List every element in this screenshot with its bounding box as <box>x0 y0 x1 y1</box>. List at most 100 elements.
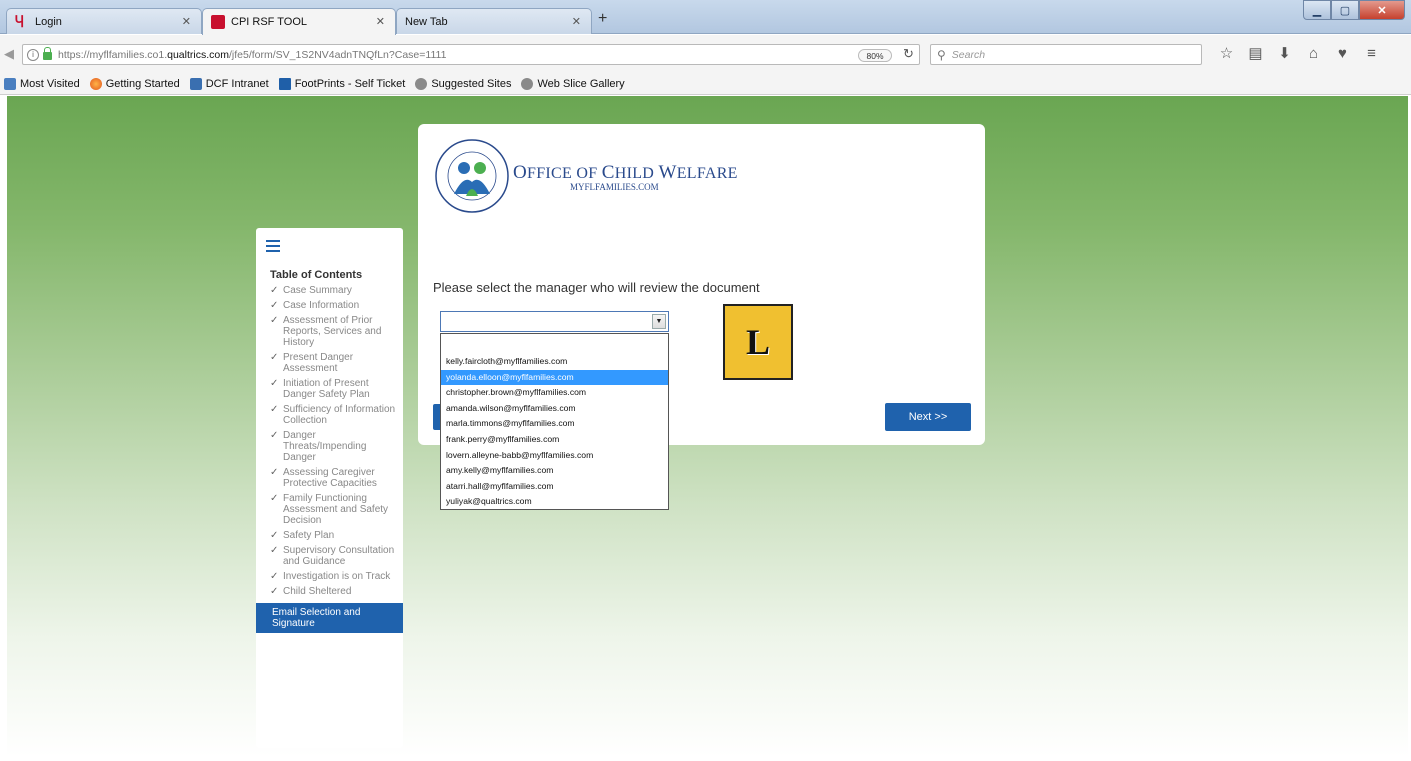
firefox-icon <box>89 77 102 90</box>
toc-item-label: Supervisory Consultation and Guidance <box>283 545 395 567</box>
org-title: OFFICE OF CHILD WELFARE <box>513 162 738 184</box>
window-controls: ▁ ▢ ✕ <box>1303 0 1405 20</box>
minimize-icon[interactable]: ▁ <box>1303 0 1331 20</box>
reading-list-icon[interactable]: ▤ <box>1241 45 1270 63</box>
next-button[interactable]: Next >> <box>885 403 971 431</box>
maximize-icon[interactable]: ▢ <box>1331 0 1359 20</box>
url-path: /jfe5/form/SV_1S2NV4adnTNQfLn?Case=1111 <box>228 48 447 61</box>
toc-item-label: Investigation is on Track <box>283 571 391 582</box>
info-icon[interactable]: i <box>27 48 39 61</box>
bookmark-getting-started[interactable]: Getting Started <box>89 77 180 90</box>
toc-item[interactable]: ✓ Safety Plan <box>256 530 403 541</box>
toc-item[interactable]: ✓ Case Information <box>256 300 403 311</box>
manager-select[interactable]: ▼ <box>440 311 669 332</box>
dropdown-option[interactable]: lovern.alleyne-babb@myflfamilies.com <box>441 448 668 464</box>
dropdown-option[interactable]: kelly.faircloth@myflfamilies.com <box>441 354 668 370</box>
url-prefix: https://myflfamilies.co1. <box>58 48 168 61</box>
dropdown-blank-option[interactable] <box>441 334 668 354</box>
dropdown-option[interactable]: yuliyak@qualtrics.com <box>441 494 668 510</box>
toc-list: ✓ Case Summary ✓ Case Information ✓ Assessm… <box>256 285 403 633</box>
reload-icon[interactable]: ↻ <box>903 46 914 62</box>
bookmark-label: Most Visited <box>20 77 80 90</box>
bookmark-most-visited[interactable]: Most Visited <box>4 77 80 90</box>
dropdown-option-highlighted[interactable]: yolanda.elloon@myflfamilies.com <box>441 369 668 386</box>
address-bar[interactable]: i https://myflfamilies.co1. qualtrics.com… <box>22 44 920 65</box>
toc-item-label: Present Danger Assessment <box>283 352 354 374</box>
close-tab-icon[interactable]: ✕ <box>376 15 385 28</box>
bookmark-dcf-intranet[interactable]: DCF Intranet <box>189 77 269 90</box>
toc-item-active[interactable]: ✓Email Selection and Signature <box>256 603 403 633</box>
tab-login[interactable]: Ⴗ Login ✕ <box>6 8 202 34</box>
rss-icon <box>4 77 16 90</box>
org-title-part: FFICE OF <box>527 165 602 182</box>
bookmark-star-icon[interactable]: ☆ <box>1212 45 1241 63</box>
checkmark-icon: ✓ <box>270 378 279 389</box>
dropdown-option[interactable]: amanda.wilson@myflfamilies.com <box>441 401 668 417</box>
globe-icon <box>521 77 534 90</box>
bookmark-label: Suggested Sites <box>431 77 512 90</box>
dropdown-option[interactable]: frank.perry@myflfamilies.com <box>441 432 668 448</box>
menu-icon[interactable]: ≡ <box>1357 45 1386 63</box>
dropdown-option[interactable]: marla.timmons@myflfamilies.com <box>441 416 668 432</box>
bookmark-web-slice-gallery[interactable]: Web Slice Gallery <box>521 77 625 90</box>
new-tab-plus-icon[interactable]: + <box>598 10 607 28</box>
table-of-contents: Table of Contents ✓ Case Summary ✓ Case In… <box>256 228 403 748</box>
close-tab-icon[interactable]: ✕ <box>182 15 191 28</box>
toc-item-label: Assessing Caregiver Protective Capacitie… <box>283 467 377 489</box>
toc-item-label: Sufficiency of Information Collection <box>283 404 396 426</box>
manager-dropdown-list: kelly.faircloth@myflfamilies.com yolanda… <box>440 333 669 510</box>
pocket-icon[interactable]: ♥ <box>1328 45 1357 63</box>
chevron-down-icon[interactable]: ▼ <box>652 314 666 329</box>
toc-item[interactable]: ✓ Family Functioning Assessment and Safet… <box>256 493 403 526</box>
search-icon: ⚲ <box>937 47 946 62</box>
checkmark-icon: ✓ <box>270 545 279 556</box>
footprints-icon <box>278 77 291 90</box>
toc-item[interactable]: ✓ Supervisory Consultation and Guidance <box>256 545 403 567</box>
dropdown-option[interactable]: atarri.hall@myflfamilies.com <box>441 479 668 495</box>
search-placeholder: Search <box>951 48 986 61</box>
bookmark-suggested-sites[interactable]: Suggested Sites <box>415 77 512 90</box>
bookmarks-bar: Most Visited Getting Started DCF Intrane… <box>0 73 1411 95</box>
toc-item[interactable]: ✓ Danger Threats/Impending Danger <box>256 430 403 463</box>
org-subtitle: MYFLFAMILIES.COM <box>570 182 659 192</box>
bookmark-label: Web Slice Gallery <box>537 77 625 90</box>
tab-new-tab[interactable]: New Tab ✕ <box>396 8 592 34</box>
tab-cpi-rsf-tool[interactable]: CPI RSF TOOL ✕ <box>202 8 396 35</box>
globe-icon <box>415 77 428 90</box>
zoom-level-badge[interactable]: 80% <box>858 49 892 62</box>
toc-item[interactable]: ✓ Initiation of Present Danger Safety Pla… <box>256 378 403 400</box>
checkmark-icon: ✓ <box>270 586 279 597</box>
toolbar-icons: ☆ ▤ ⬇ ⌂ ♥ ≡ <box>1212 45 1386 63</box>
survey-card: OFFICE OF CHILD WELFARE MYFLFAMILIES.COM… <box>418 124 985 510</box>
search-input[interactable]: ⚲ Search <box>930 44 1202 65</box>
checkmark-icon: ✓ <box>270 404 279 415</box>
toc-item[interactable]: ✓ Case Summary <box>256 285 403 296</box>
dropdown-option[interactable]: amy.kelly@myflfamilies.com <box>441 463 668 479</box>
checkmark-icon: ✓ <box>270 430 279 441</box>
toc-item[interactable]: ✓ Assessment of Prior Reports, Services a… <box>256 315 403 348</box>
download-icon[interactable]: ⬇ <box>1270 45 1299 63</box>
toc-item[interactable]: ✓ Sufficiency of Information Collection <box>256 404 403 426</box>
qualtrics-box-icon <box>211 15 225 29</box>
toc-item-label: Email Selection and Signature <box>272 607 361 629</box>
hamburger-menu-icon[interactable] <box>266 240 280 252</box>
bookmark-footprints[interactable]: FootPrints - Self Ticket <box>278 77 405 90</box>
toc-item-label: Child Sheltered <box>283 586 352 597</box>
toc-item[interactable]: ✓ Investigation is on Track <box>256 571 403 582</box>
toc-item[interactable]: ✓ Child Sheltered <box>256 586 403 597</box>
toc-item-label: Case Summary <box>283 285 352 296</box>
org-title-part: C <box>601 162 615 183</box>
toc-item-label: Initiation of Present Danger Safety Plan <box>283 378 370 400</box>
close-tab-icon[interactable]: ✕ <box>572 15 581 28</box>
bookmark-label: Getting Started <box>105 77 180 90</box>
toc-item-label: Family Functioning Assessment and Safety… <box>283 493 389 526</box>
window-close-icon[interactable]: ✕ <box>1359 0 1405 20</box>
toc-item[interactable]: ✓ Present Danger Assessment <box>256 352 403 374</box>
home-icon[interactable]: ⌂ <box>1299 45 1328 63</box>
url-domain: qualtrics.com <box>167 48 229 61</box>
back-arrow-icon[interactable]: ◀ <box>4 46 20 62</box>
dropdown-option[interactable]: christopher.brown@myflfamilies.com <box>441 385 668 401</box>
org-title-part: HILD <box>614 165 659 182</box>
checkmark-icon: ✓ <box>270 352 279 363</box>
toc-item[interactable]: ✓ Assessing Caregiver Protective Capaciti… <box>256 467 403 489</box>
